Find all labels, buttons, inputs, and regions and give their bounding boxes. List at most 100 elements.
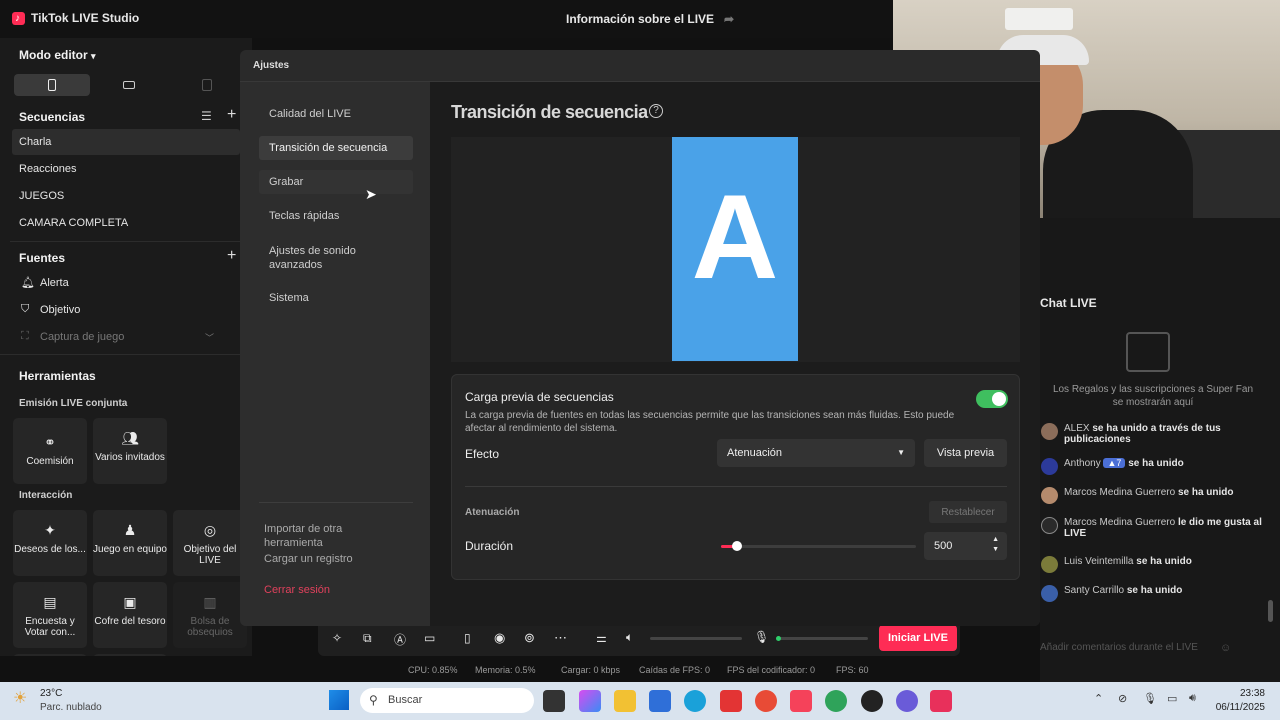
gift-placeholder-text: Los Regalos y las suscripciones a Super … xyxy=(1052,384,1254,408)
wishes-tool[interactable]: ✦ Deseos de los... xyxy=(13,510,87,576)
windows-start-icon[interactable] xyxy=(329,690,349,710)
chrome-icon[interactable] xyxy=(755,690,777,712)
duration-input[interactable]: 500 ▲ ▼ xyxy=(924,532,1007,560)
weather-desc[interactable]: Parc. nublado xyxy=(40,702,102,713)
mouse-cursor-icon: ➤ xyxy=(365,186,377,202)
emoji-icon[interactable]: ☺ xyxy=(1220,642,1231,654)
ai-icon[interactable]: Ⓐ xyxy=(394,631,406,648)
start-live-button[interactable]: Iniciar LIVE xyxy=(879,625,957,651)
speaker-volume-slider[interactable] xyxy=(650,637,742,640)
mixer-icon[interactable]: ⚌ xyxy=(596,631,607,645)
clock-time[interactable]: 23:38 xyxy=(1237,688,1265,699)
mic-volume-slider[interactable] xyxy=(776,636,868,641)
poll-tool[interactable]: ▤ Encuesta y Votar con... xyxy=(13,582,87,648)
load-log-link[interactable]: Cargar un registro xyxy=(264,553,353,565)
preload-toggle[interactable] xyxy=(976,390,1008,408)
nav-item-scene-transition[interactable]: Transición de secuencia xyxy=(259,136,413,160)
landscape-layout-button[interactable] xyxy=(92,74,168,96)
chat-user: ALEX xyxy=(1064,423,1090,434)
magic-icon[interactable]: ✧ xyxy=(332,631,342,645)
phone-icon[interactable]: ▯ xyxy=(464,631,471,645)
screen-icon[interactable]: ⧉ xyxy=(363,631,372,646)
task-view-icon[interactable] xyxy=(543,690,565,712)
multi-guest-tool[interactable]: 👥︎ Varios invitados xyxy=(93,418,167,484)
users-icon: 👥︎ xyxy=(121,430,139,446)
weather-temp[interactable]: 23°C xyxy=(40,688,62,699)
cohost-tool[interactable]: ⚭ Coemisión xyxy=(13,418,87,484)
nav-item-live-quality[interactable]: Calidad del LIVE xyxy=(259,102,413,126)
add-scene-icon[interactable]: + xyxy=(227,106,236,124)
divider xyxy=(10,241,246,242)
section-title: Transición de secuencia xyxy=(451,102,648,122)
source-item[interactable]: Captura de juego xyxy=(40,331,124,343)
app-icon[interactable] xyxy=(861,690,883,712)
share-icon[interactable]: ➦ xyxy=(724,12,734,26)
live-goal-tool[interactable]: ◎ Objetivo del LIVE xyxy=(173,510,247,576)
app-brand: ♪ TikTok LIVE Studio xyxy=(12,11,139,25)
display-icon[interactable]: ▭ xyxy=(1167,692,1177,705)
gift-bag-tool[interactable]: ▥ Bolsa de obsequios xyxy=(173,582,247,648)
more-icon[interactable]: ⋯ xyxy=(554,630,567,646)
import-link[interactable]: Importar de otra herramienta xyxy=(264,522,374,550)
speaker-icon[interactable]: 🔈︎ xyxy=(626,630,633,645)
taskbar-search[interactable]: ⚲ Buscar xyxy=(360,688,534,713)
mode-selector[interactable]: Modo editor ▾ xyxy=(19,48,96,62)
network-off-icon[interactable]: ⊘ xyxy=(1118,692,1127,705)
nav-item-hotkeys[interactable]: Teclas rápidas xyxy=(259,204,413,228)
record-icon[interactable]: ◉ xyxy=(494,630,505,646)
edge-icon[interactable] xyxy=(684,690,706,712)
chevron-up-icon[interactable]: ⌃ xyxy=(1094,692,1103,705)
camera-icon[interactable]: ⊚ xyxy=(524,630,535,646)
scene-item[interactable]: JUEGOS xyxy=(19,190,64,202)
help-icon[interactable]: ? xyxy=(649,104,663,118)
tiktok-live-icon[interactable] xyxy=(930,690,952,712)
nav-item-audio-settings[interactable]: Ajustes de sonido avanzados xyxy=(259,238,413,278)
volume-icon[interactable]: 🔊︎ xyxy=(1189,692,1196,705)
treasure-tool[interactable]: ▣ Cofre del tesoro xyxy=(93,582,167,648)
level-badge: ▲7 xyxy=(1103,458,1126,468)
source-item[interactable]: Objetivo xyxy=(40,304,80,316)
add-source-icon[interactable]: + xyxy=(227,247,236,265)
microphone-icon[interactable]: 🎙︎ xyxy=(1143,692,1157,705)
chevron-down-icon[interactable]: ﹀ xyxy=(205,331,214,344)
logout-link[interactable]: Cerrar sesión xyxy=(264,584,330,596)
level-badge-value: 7 xyxy=(1116,458,1122,468)
nav-item-system[interactable]: Sistema xyxy=(259,286,413,310)
duration-slider[interactable] xyxy=(721,541,916,551)
layout-icon[interactable]: ▭ xyxy=(424,631,435,645)
wps-icon[interactable] xyxy=(720,690,742,712)
weather-icon[interactable]: ☀ xyxy=(13,688,27,708)
nav-item-record[interactable]: Grabar xyxy=(259,170,413,194)
clock-date[interactable]: 06/11/2025 xyxy=(1215,702,1265,713)
discord-icon[interactable] xyxy=(896,690,918,712)
team-game-tool[interactable]: ♟ Juego en equipo xyxy=(93,510,167,576)
copilot-icon[interactable] xyxy=(579,690,601,712)
upload-stat: Cargar: 0 kbps xyxy=(561,665,621,675)
microphone-icon[interactable]: 🎙︎ xyxy=(754,630,769,644)
scene-item[interactable]: CAMARA COMPLETA xyxy=(19,217,128,229)
reset-button[interactable]: Restablecer xyxy=(929,501,1007,523)
tool-label: Cofre del tesoro xyxy=(94,616,166,627)
chrome-profile-icon[interactable] xyxy=(825,690,847,712)
landscape-icon xyxy=(123,81,135,89)
chat-scrollbar[interactable] xyxy=(1268,600,1273,622)
encoder-fps-stat: FPS del codificador: 0 xyxy=(727,665,816,675)
transition-preview: A xyxy=(451,137,1020,362)
tool-label: Juego en equipo xyxy=(93,544,167,555)
music-icon[interactable] xyxy=(790,690,812,712)
preview-button[interactable]: Vista previa xyxy=(924,439,1007,467)
list-icon[interactable]: ☰ xyxy=(201,109,212,123)
effect-select[interactable]: Atenuación ▼ xyxy=(717,439,915,467)
chat-input[interactable]: Añadir comentarios durante el LIVE xyxy=(1040,642,1198,653)
live-info-title[interactable]: Información sobre el LIVE ➦ xyxy=(566,12,734,26)
store-icon[interactable] xyxy=(649,690,671,712)
file-explorer-icon[interactable] xyxy=(614,690,636,712)
dual-layout-button[interactable] xyxy=(170,74,246,96)
fps-drops-stat: Caídas de FPS: 0 xyxy=(639,665,711,675)
source-item[interactable]: Alerta xyxy=(40,277,69,289)
scene-item[interactable]: Reacciones xyxy=(19,163,76,175)
scene-item[interactable]: Charla xyxy=(19,136,51,148)
portrait-layout-button[interactable] xyxy=(14,74,90,96)
stepper-icon[interactable]: ▲ ▼ xyxy=(992,535,999,555)
duration-slider-thumb[interactable] xyxy=(732,541,742,551)
